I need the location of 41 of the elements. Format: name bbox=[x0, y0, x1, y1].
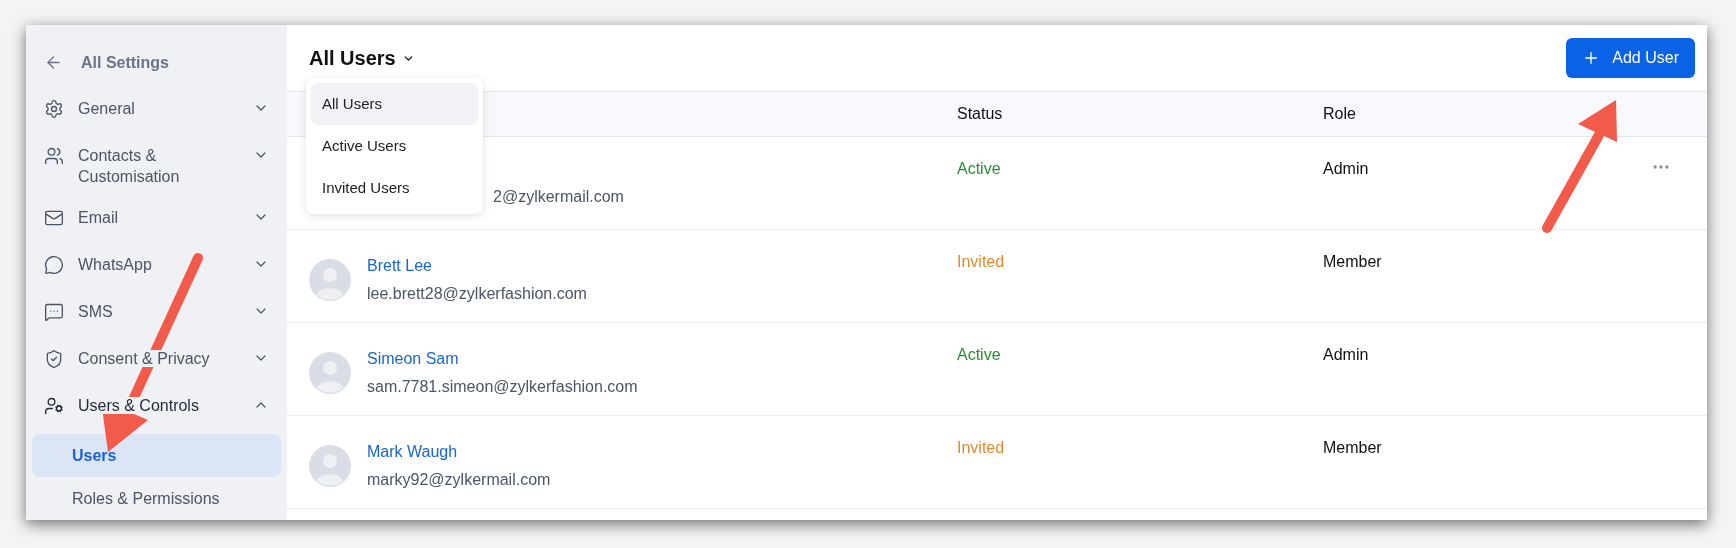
user-name-link[interactable]: Brett Lee bbox=[367, 254, 587, 278]
avatar-icon bbox=[309, 445, 351, 487]
status-label: Active bbox=[957, 345, 1002, 365]
avatar-icon bbox=[309, 352, 351, 394]
chat-bubble-icon bbox=[44, 255, 64, 275]
sidebar-subitem[interactable]: Roles & Permissions bbox=[32, 477, 281, 520]
user-name-link[interactable]: Simeon Sam bbox=[367, 347, 638, 371]
sidebar-item[interactable]: SMS bbox=[32, 293, 281, 340]
user-email: marky92@zylkermail.com bbox=[367, 470, 551, 490]
filter-menu-option[interactable]: Invited Users bbox=[311, 167, 478, 209]
sidebar-item[interactable]: Email bbox=[32, 199, 281, 246]
message-icon bbox=[44, 302, 64, 322]
people-icon bbox=[44, 146, 64, 166]
sidebar-item[interactable]: General bbox=[32, 90, 281, 137]
sidebar-subitem[interactable]: Users bbox=[32, 434, 281, 477]
filter-menu-option[interactable]: All Users bbox=[311, 83, 478, 125]
add-user-button[interactable]: Add User bbox=[1566, 38, 1695, 78]
gear-icon bbox=[44, 99, 64, 119]
status-label: Invited bbox=[957, 252, 1006, 272]
sidebar-item[interactable]: Consent & Privacy bbox=[32, 340, 281, 387]
user-gear-icon bbox=[44, 396, 64, 416]
role-label: Member bbox=[1323, 438, 1382, 458]
status-label: Active bbox=[957, 159, 1002, 179]
status-label: Invited bbox=[957, 438, 1006, 458]
user-email: 2@zylkermail.com bbox=[493, 187, 624, 207]
user-name-link[interactable]: Mark Waugh bbox=[367, 440, 551, 464]
column-header: Status bbox=[957, 104, 1004, 124]
user-email: lee.brett28@zylkerfashion.com bbox=[367, 284, 587, 304]
column-header: Role bbox=[1323, 104, 1356, 124]
filter-menu-option[interactable]: Active Users bbox=[311, 125, 478, 167]
role-label: Member bbox=[1323, 252, 1382, 272]
role-label: Admin bbox=[1323, 159, 1369, 179]
role-label: Admin bbox=[1323, 345, 1369, 365]
back-link[interactable]: All Settings bbox=[32, 47, 281, 78]
mail-icon bbox=[44, 208, 64, 228]
avatar-icon bbox=[309, 259, 351, 301]
sidebar-item[interactable]: Contacts & Customisation bbox=[32, 137, 281, 199]
view-filter-dropdown[interactable]: All Users bbox=[309, 43, 415, 73]
user-email: sam.7781.simeon@zylkerfashion.com bbox=[367, 377, 638, 397]
sidebar-item[interactable]: WhatsApp bbox=[32, 246, 281, 293]
shield-icon bbox=[44, 349, 64, 369]
